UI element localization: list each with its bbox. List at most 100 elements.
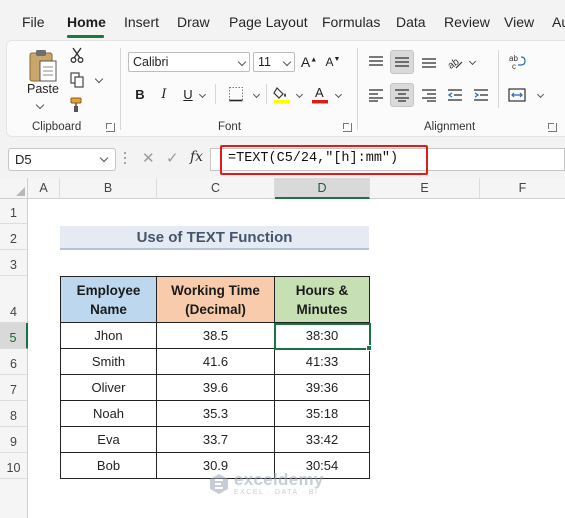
worksheet-grid: A B C D E F 1 2 3 4 5 6 7 8 9 10 Use of … [0, 178, 565, 518]
bottom-align-button[interactable] [418, 51, 440, 73]
font-color-button[interactable]: A [310, 83, 330, 105]
increase-indent-button[interactable] [470, 84, 492, 106]
italic-button[interactable]: I [155, 84, 173, 104]
alignment-launcher-icon[interactable] [548, 123, 557, 132]
name-box[interactable]: D5 [8, 148, 116, 171]
font-launcher-icon[interactable] [343, 123, 352, 132]
increase-font-icon: A▲ [300, 54, 318, 70]
cell-hours[interactable]: 39:36 [275, 375, 370, 401]
watermark-name: exceldemy [234, 470, 324, 489]
merge-center-button[interactable] [506, 84, 528, 106]
column-header-e[interactable]: E [370, 178, 480, 199]
row-header-5[interactable]: 5 [0, 323, 28, 349]
cell-decimal[interactable]: 35.3 [157, 401, 275, 427]
row-header-4[interactable]: 4 [0, 276, 28, 323]
decrease-font-size-button[interactable]: A▼ [324, 52, 342, 72]
header-hours-minutes[interactable]: Hours & Minutes [275, 277, 370, 323]
column-header-c[interactable]: C [157, 178, 275, 199]
row-header-2[interactable]: 2 [0, 224, 28, 250]
header-employee-name[interactable]: Employee Name [61, 277, 157, 323]
align-center-button[interactable] [390, 83, 414, 107]
menu-formulas[interactable]: Formulas [322, 14, 380, 30]
cell-decimal[interactable]: 41.6 [157, 349, 275, 375]
borders-button[interactable] [224, 84, 248, 104]
divider [498, 50, 499, 108]
borders-icon [229, 87, 243, 102]
cancel-icon[interactable]: ✕ [142, 149, 155, 167]
menu-file[interactable]: File [22, 14, 45, 30]
cell-name[interactable]: Bob [61, 453, 157, 479]
column-header-b[interactable]: B [60, 178, 157, 199]
menu-home[interactable]: Home [67, 14, 106, 30]
chevron-down-icon [282, 57, 292, 67]
column-header-d[interactable]: D [275, 178, 370, 199]
font-group-label: Font [218, 121, 242, 133]
enter-icon[interactable]: ✓ [166, 149, 179, 167]
decrease-indent-button[interactable] [444, 84, 466, 106]
menu-insert[interactable]: Insert [124, 14, 159, 30]
format-painter-button[interactable] [68, 96, 86, 114]
copy-button[interactable] [68, 71, 86, 89]
header-working-time[interactable]: Working Time (Decimal) [157, 277, 275, 323]
align-top-icon [369, 56, 383, 66]
fill-color-button[interactable] [272, 83, 292, 105]
cell-name[interactable]: Oliver [61, 375, 157, 401]
active-cell-selection[interactable] [274, 323, 371, 350]
menu-data[interactable]: Data [396, 14, 426, 30]
cell-decimal[interactable]: 39.6 [157, 375, 275, 401]
orientation-icon: ab [446, 56, 463, 70]
row-header-3[interactable]: 3 [0, 250, 28, 276]
scissors-icon [70, 47, 84, 63]
menu-automate[interactable]: Au [552, 14, 565, 30]
row-header-10[interactable]: 10 [0, 453, 28, 479]
menu-draw[interactable]: Draw [177, 14, 210, 30]
watermark: exceldemy EXCEL · DATA · BI [208, 471, 324, 497]
menu-review[interactable]: Review [444, 14, 490, 30]
row-header-blank [0, 479, 28, 518]
cut-button[interactable] [68, 46, 86, 64]
cell-name[interactable]: Noah [61, 401, 157, 427]
paste-label[interactable]: Paste [27, 82, 59, 96]
increase-font-size-button[interactable]: A▲ [300, 52, 318, 72]
menu-view[interactable]: View [504, 14, 534, 30]
align-right-button[interactable] [418, 84, 440, 106]
middle-align-button[interactable] [390, 50, 414, 74]
row-header-1[interactable]: 1 [0, 199, 28, 224]
top-align-button[interactable] [365, 51, 387, 73]
ribbon: Paste Clipboard Calibri 11 A▲ A▼ B I U A… [0, 40, 565, 140]
font-name-select[interactable]: Calibri [128, 52, 250, 72]
format-painter-icon [70, 97, 82, 112]
row-header-6[interactable]: 6 [0, 349, 28, 375]
paste-icon [29, 50, 57, 82]
orientation-button[interactable]: ab [444, 51, 466, 73]
font-size-select[interactable]: 11 [253, 52, 295, 72]
fill-handle[interactable] [366, 345, 372, 351]
select-all-button[interactable] [0, 178, 28, 199]
cell-name[interactable]: Jhon [61, 323, 157, 349]
name-box-value: D5 [15, 152, 32, 167]
paste-button[interactable] [24, 46, 62, 86]
underline-button[interactable]: U [179, 84, 197, 104]
paint-bucket-icon [273, 87, 290, 104]
insert-function-button[interactable]: fx [190, 149, 203, 165]
row-header-9[interactable]: 9 [0, 427, 28, 453]
bold-button[interactable]: B [131, 84, 149, 104]
clipboard-launcher-icon[interactable] [106, 123, 115, 132]
cell-hours[interactable]: 33:42 [275, 427, 370, 453]
font-name-value: Calibri [133, 55, 169, 69]
cell-name[interactable]: Smith [61, 349, 157, 375]
cell-decimal[interactable]: 33.7 [157, 427, 275, 453]
column-header-a[interactable]: A [28, 178, 60, 199]
wrap-text-button[interactable]: ab c [506, 51, 528, 73]
row-header-8[interactable]: 8 [0, 401, 28, 427]
cell-decimal[interactable]: 38.5 [157, 323, 275, 349]
cell-hours[interactable]: 41:33 [275, 349, 370, 375]
align-left-button[interactable] [365, 84, 387, 106]
cell-hours[interactable]: 35:18 [275, 401, 370, 427]
cell-name[interactable]: Eva [61, 427, 157, 453]
sheet-title[interactable]: Use of TEXT Function [60, 226, 369, 250]
formula-bar-grip-icon[interactable] [124, 152, 127, 166]
row-header-7[interactable]: 7 [0, 375, 28, 401]
menu-page-layout[interactable]: Page Layout [229, 14, 308, 30]
column-header-f[interactable]: F [480, 178, 565, 199]
